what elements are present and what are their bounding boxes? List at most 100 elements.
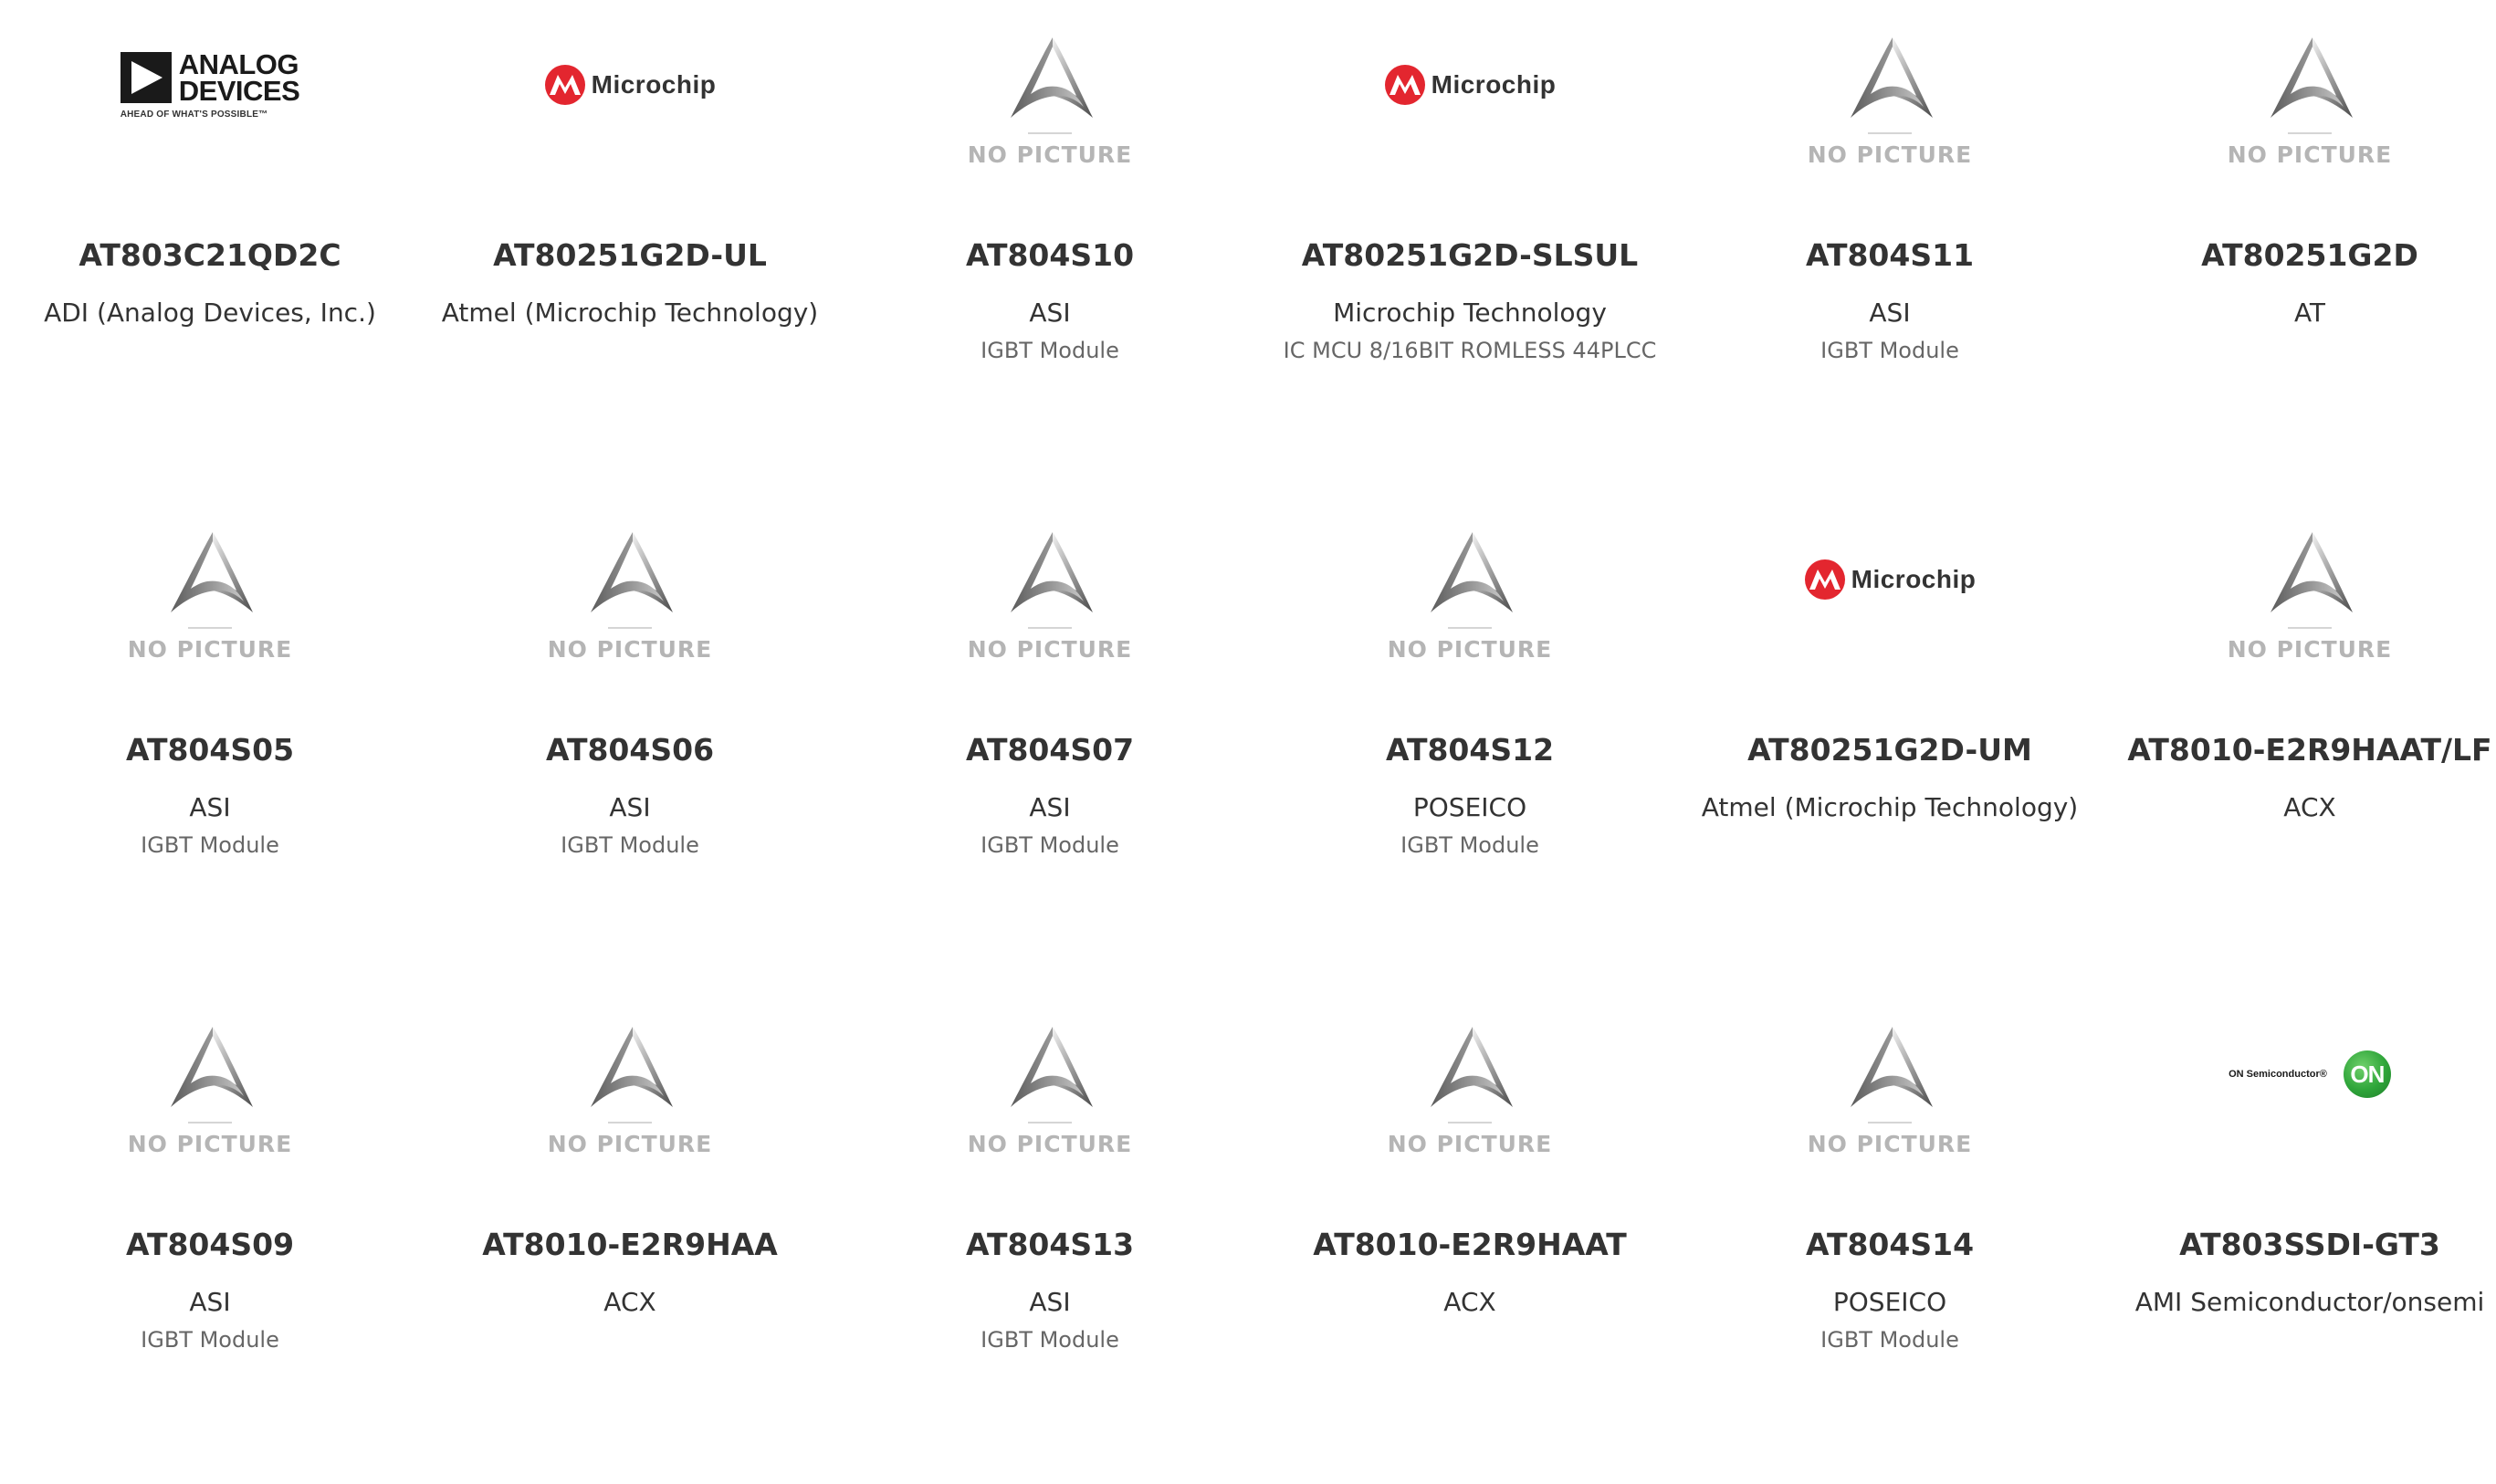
product-part-number[interactable]: AT8010-E2R9HAAT/LF — [2100, 732, 2496, 768]
no-picture-placeholder: NO PICTURE — [1808, 1025, 1973, 1157]
product-image[interactable]: NO PICTURE — [840, 989, 1260, 1172]
placeholder-logo-icon — [1010, 37, 1093, 118]
product-manufacturer: AMI Semiconductor/onsemi — [2134, 1287, 2485, 1317]
product-card[interactable]: NO PICTURE AT804S11 ASI IGBT Module — [1680, 0, 2100, 495]
product-image[interactable]: NO PICTURE — [1680, 989, 2100, 1172]
product-image[interactable]: Microchip — [1680, 495, 2100, 677]
product-part-number[interactable]: AT804S07 — [840, 732, 1260, 768]
placeholder-text: NO PICTURE — [1387, 635, 1553, 663]
product-card[interactable]: NO PICTURE AT804S14 POSEICO IGBT Module — [1680, 989, 2100, 1484]
placeholder-logo-icon — [170, 531, 253, 612]
product-image[interactable]: NO PICTURE — [1260, 989, 1680, 1172]
product-image[interactable]: Microchip — [1260, 0, 1680, 183]
placeholder-logo-icon — [2270, 531, 2353, 612]
product-card[interactable]: Microchip AT80251G2D-SLSUL Microchip Tech… — [1260, 0, 1680, 495]
adi-logo-tagline: AHEAD OF WHAT'S POSSIBLE™ — [120, 109, 268, 120]
product-part-number[interactable]: AT80251G2D — [2100, 237, 2496, 273]
product-part-number[interactable]: AT80251G2D-UL — [420, 237, 840, 273]
product-card[interactable]: NO PICTURE AT8010-E2R9HAAT/LF ACX — [2100, 495, 2496, 989]
placeholder-text: NO PICTURE — [547, 635, 713, 663]
product-manufacturer: ASI — [1869, 298, 1911, 328]
product-part-number[interactable]: AT80251G2D-SLSUL — [1260, 237, 1680, 273]
product-card[interactable]: NO PICTURE AT80251G2D AT — [2100, 0, 2496, 495]
product-manufacturer: ASI — [1029, 298, 1071, 328]
product-card[interactable]: NO PICTURE AT804S12 POSEICO IGBT Module — [1260, 495, 1680, 989]
product-card[interactable]: NO PICTURE AT804S13 ASI IGBT Module — [840, 989, 1260, 1484]
product-image[interactable]: NO PICTURE — [840, 495, 1260, 677]
product-image[interactable]: Microchip — [420, 0, 840, 183]
product-card[interactable]: NO PICTURE AT8010-E2R9HAAT ACX — [1260, 989, 1680, 1484]
placeholder-divider — [1447, 626, 1492, 629]
placeholder-logo-icon — [1850, 1026, 1933, 1107]
placeholder-divider — [607, 1121, 652, 1123]
product-image[interactable]: NO PICTURE — [0, 989, 420, 1172]
placeholder-divider — [2287, 626, 2332, 629]
placeholder-divider — [187, 626, 232, 629]
product-description: IGBT Module — [981, 1327, 1119, 1353]
product-grid: ANALOG DEVICES AHEAD OF WHAT'S POSSIBLE™… — [0, 0, 2496, 1353]
microchip-logo: Microchip — [1384, 64, 1557, 106]
product-manufacturer: POSEICO — [1832, 1287, 1947, 1317]
no-picture-placeholder: NO PICTURE — [2228, 530, 2393, 663]
product-manufacturer: ASI — [609, 792, 651, 822]
no-picture-placeholder: NO PICTURE — [128, 530, 293, 663]
no-picture-placeholder: NO PICTURE — [128, 1025, 293, 1157]
product-part-number[interactable]: AT804S05 — [0, 732, 420, 768]
product-card[interactable]: NO PICTURE AT804S07 ASI IGBT Module — [840, 495, 1260, 989]
placeholder-logo-icon — [1430, 1026, 1513, 1107]
product-card[interactable]: NO PICTURE AT8010-E2R9HAA ACX — [420, 989, 840, 1484]
product-image[interactable]: NO PICTURE — [420, 495, 840, 677]
product-card[interactable]: ON Semiconductor® ON AT803SSDI-GT3 AMI Se… — [2100, 989, 2496, 1484]
product-description: IGBT Module — [141, 1327, 279, 1353]
product-card[interactable]: Microchip AT80251G2D-UM Atmel (Microchip … — [1680, 495, 2100, 989]
product-part-number[interactable]: AT8010-E2R9HAA — [420, 1227, 840, 1262]
product-image[interactable]: NO PICTURE — [0, 495, 420, 677]
product-card[interactable]: Microchip AT80251G2D-UL Atmel (Microchip … — [420, 0, 840, 495]
product-card[interactable]: ANALOG DEVICES AHEAD OF WHAT'S POSSIBLE™… — [0, 0, 420, 495]
product-image[interactable]: NO PICTURE — [2100, 495, 2496, 677]
product-image[interactable]: NO PICTURE — [2100, 0, 2496, 183]
placeholder-text: NO PICTURE — [967, 141, 1133, 168]
product-part-number[interactable]: AT804S06 — [420, 732, 840, 768]
microchip-logo-text: Microchip — [1851, 565, 1977, 593]
product-image[interactable]: ANALOG DEVICES AHEAD OF WHAT'S POSSIBLE™ — [0, 0, 420, 183]
product-manufacturer: Microchip Technology — [1333, 298, 1607, 328]
placeholder-logo-icon — [1850, 37, 1933, 118]
product-manufacturer: Atmel (Microchip Technology) — [1701, 792, 2079, 822]
product-image[interactable]: ON Semiconductor® ON — [2100, 989, 2496, 1172]
product-part-number[interactable]: AT804S12 — [1260, 732, 1680, 768]
onsemi-logo-text: ON Semiconductor® — [2229, 1069, 2327, 1080]
product-part-number[interactable]: AT804S10 — [840, 237, 1260, 273]
product-image[interactable]: NO PICTURE — [420, 989, 840, 1172]
product-part-number[interactable]: AT804S11 — [1680, 237, 2100, 273]
product-card[interactable]: NO PICTURE AT804S10 ASI IGBT Module — [840, 0, 1260, 495]
no-picture-placeholder: NO PICTURE — [968, 530, 1133, 663]
product-image[interactable]: NO PICTURE — [1680, 0, 2100, 183]
product-part-number[interactable]: AT804S13 — [840, 1227, 1260, 1262]
product-description: IGBT Module — [981, 338, 1119, 363]
placeholder-logo-icon — [1430, 531, 1513, 612]
product-card[interactable]: NO PICTURE AT804S09 ASI IGBT Module — [0, 989, 420, 1484]
product-manufacturer: ACX — [603, 1287, 656, 1317]
product-part-number[interactable]: AT803SSDI-GT3 — [2100, 1227, 2496, 1262]
product-part-number[interactable]: AT804S09 — [0, 1227, 420, 1262]
placeholder-text: NO PICTURE — [547, 1130, 713, 1157]
product-image[interactable]: NO PICTURE — [1260, 495, 1680, 677]
product-part-number[interactable]: AT80251G2D-UM — [1680, 732, 2100, 768]
no-picture-placeholder: NO PICTURE — [968, 36, 1133, 168]
onsemi-logo: ON Semiconductor® ON — [2229, 1050, 2391, 1098]
product-part-number[interactable]: AT804S14 — [1680, 1227, 2100, 1262]
product-card[interactable]: NO PICTURE AT804S05 ASI IGBT Module — [0, 495, 420, 989]
placeholder-logo-icon — [590, 531, 673, 612]
product-part-number[interactable]: AT803C21QD2C — [0, 237, 420, 273]
placeholder-text: NO PICTURE — [127, 635, 293, 663]
placeholder-text: NO PICTURE — [1387, 1130, 1553, 1157]
no-picture-placeholder: NO PICTURE — [1388, 530, 1553, 663]
placeholder-text: NO PICTURE — [1807, 1130, 1973, 1157]
product-card[interactable]: NO PICTURE AT804S06 ASI IGBT Module — [420, 495, 840, 989]
placeholder-logo-icon — [1010, 1026, 1093, 1107]
product-part-number[interactable]: AT8010-E2R9HAAT — [1260, 1227, 1680, 1262]
product-image[interactable]: NO PICTURE — [840, 0, 1260, 183]
microchip-logo-text: Microchip — [591, 70, 717, 99]
placeholder-divider — [1027, 1121, 1072, 1123]
